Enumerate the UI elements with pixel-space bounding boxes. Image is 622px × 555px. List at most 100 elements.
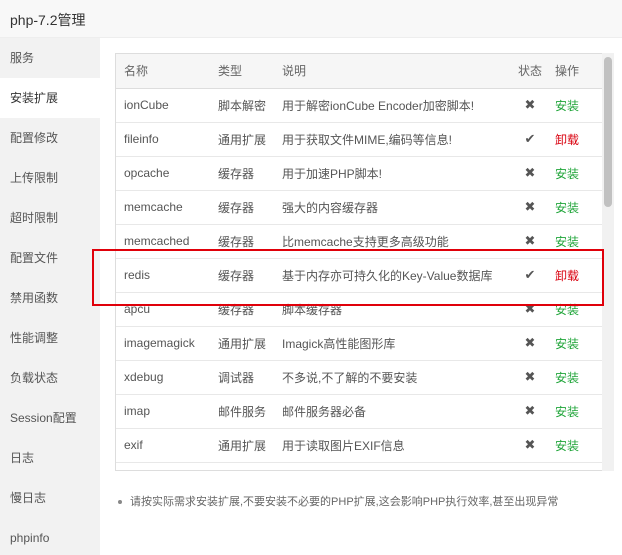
install-link[interactable]: 安装 xyxy=(555,235,579,249)
sidebar-item-label: 慢日志 xyxy=(10,491,47,505)
window-titlebar: php-7.2管理 xyxy=(0,0,622,38)
install-link[interactable]: 安装 xyxy=(555,371,579,385)
uninstall-link[interactable]: 卸载 xyxy=(555,269,579,283)
install-link[interactable]: 安装 xyxy=(555,201,579,215)
table-row: redis 缓存器 基于内存亦可持久化的Key-Value数据库 ✔ 卸载 xyxy=(116,258,602,293)
sidebar-item-label: 性能调整 xyxy=(10,331,59,345)
not-installed-icon: ✖ xyxy=(524,437,536,452)
install-link[interactable]: 安装 xyxy=(555,405,579,419)
installed-check-icon: ✔ xyxy=(524,267,536,282)
ext-type: 通用扩展 xyxy=(210,326,274,361)
ext-desc: 强大的内容缓存器 xyxy=(274,190,511,225)
scrollbar-thumb[interactable] xyxy=(604,57,612,207)
table-header-row: 名称 类型 说明 状态 操作 xyxy=(116,54,602,89)
ext-type: 通用扩展 xyxy=(210,428,274,463)
header-status: 状态 xyxy=(511,54,549,89)
sidebar-item-label: phpinfo xyxy=(10,531,50,545)
ext-desc: Imagick高性能图形库 xyxy=(274,326,511,361)
ext-desc: 用于读取图片EXIF信息 xyxy=(274,428,511,463)
ext-type: 缓存器 xyxy=(210,258,274,293)
ext-type: 调试器 xyxy=(210,360,274,395)
header-op: 操作 xyxy=(549,54,602,89)
table-row: apcu 缓存器 脚本缓存器 ✖ 安装 xyxy=(116,292,602,327)
table-row: xdebug 调试器 不多说,不了解的不要安装 ✖ 安装 xyxy=(116,360,602,395)
installed-check-icon: ✔ xyxy=(524,131,536,146)
sidebar-item-label: Session配置 xyxy=(10,411,77,425)
table-row: memcached 缓存器 比memcache支持更多高级功能 ✖ 安装 xyxy=(116,224,602,259)
ext-type: 脚本解密 xyxy=(210,88,274,123)
ext-name: opcache xyxy=(116,156,210,191)
window-title: php-7.2管理 xyxy=(10,12,86,28)
sidebar-item-label: 上传限制 xyxy=(10,171,59,185)
bullet-icon xyxy=(118,500,122,505)
sidebar-item-label: 负载状态 xyxy=(10,371,59,385)
ext-name: fileinfo xyxy=(116,122,210,157)
sidebar-item-service[interactable]: 服务 xyxy=(0,38,100,78)
sidebar-item-slow-log[interactable]: 慢日志 xyxy=(0,478,100,518)
extensions-table-container: 名称 类型 说明 状态 操作 ionCube 脚本解密 用于解密ionCube … xyxy=(115,53,603,471)
ext-name: memcache xyxy=(116,190,210,225)
sidebar-item-label: 配置文件 xyxy=(10,251,59,265)
note-text: 请按实际需求安装扩展,不要安装不必要的PHP扩展,这会影响PHP执行效率,甚至出… xyxy=(130,496,559,508)
ext-name: memcached xyxy=(116,224,210,259)
install-link[interactable]: 安装 xyxy=(555,303,579,317)
sidebar-item-performance[interactable]: 性能调整 xyxy=(0,318,100,358)
sidebar-item-disabled-functions[interactable]: 禁用函数 xyxy=(0,278,100,318)
sidebar-item-label: 配置修改 xyxy=(10,131,59,145)
header-desc: 说明 xyxy=(274,54,511,89)
uninstall-link[interactable]: 卸载 xyxy=(555,133,579,147)
ext-type: 邮件服务 xyxy=(210,394,274,429)
install-link[interactable]: 安装 xyxy=(555,337,579,351)
ext-name: imap xyxy=(116,394,210,429)
not-installed-icon: ✖ xyxy=(524,301,536,316)
table-scrollbar[interactable] xyxy=(602,53,614,471)
sidebar-item-install-extensions[interactable]: 安装扩展 xyxy=(0,78,100,118)
sidebar-item-phpinfo[interactable]: phpinfo xyxy=(0,518,100,555)
ext-desc: 比memcache支持更多高级功能 xyxy=(274,224,511,259)
ext-desc: 脚本缓存器 xyxy=(274,292,511,327)
ext-desc: 基于内存亦可持久化的Key-Value数据库 xyxy=(274,258,511,293)
ext-type: 缓存器 xyxy=(210,190,274,225)
ext-name: apcu xyxy=(116,292,210,327)
sidebar-item-session-config[interactable]: Session配置 xyxy=(0,398,100,438)
ext-desc: 用于解密ionCube Encoder加密脚本! xyxy=(274,88,511,123)
not-installed-icon: ✖ xyxy=(524,403,536,418)
sidebar-item-upload-limit[interactable]: 上传限制 xyxy=(0,158,100,198)
sidebar-item-config-edit[interactable]: 配置修改 xyxy=(0,118,100,158)
not-installed-icon: ✖ xyxy=(524,369,536,384)
ext-name: redis xyxy=(116,258,210,293)
extensions-table: 名称 类型 说明 状态 操作 ionCube 脚本解密 用于解密ionCube … xyxy=(116,54,602,463)
ext-type: 缓存器 xyxy=(210,224,274,259)
install-link[interactable]: 安装 xyxy=(555,167,579,181)
ext-type: 缓存器 xyxy=(210,156,274,191)
ext-name: ionCube xyxy=(116,88,210,123)
install-link[interactable]: 安装 xyxy=(555,99,579,113)
sidebar-item-label: 超时限制 xyxy=(10,211,59,225)
header-name: 名称 xyxy=(116,54,210,89)
not-installed-icon: ✖ xyxy=(524,97,536,112)
table-row: opcache 缓存器 用于加速PHP脚本! ✖ 安装 xyxy=(116,156,602,191)
ext-desc: 用于获取文件MIME,编码等信息! xyxy=(274,122,511,157)
not-installed-icon: ✖ xyxy=(524,199,536,214)
not-installed-icon: ✖ xyxy=(524,165,536,180)
not-installed-icon: ✖ xyxy=(524,233,536,248)
sidebar-item-load-status[interactable]: 负载状态 xyxy=(0,358,100,398)
ext-name: imagemagick xyxy=(116,326,210,361)
ext-type: 通用扩展 xyxy=(210,122,274,157)
header-type: 类型 xyxy=(210,54,274,89)
install-link[interactable]: 安装 xyxy=(555,439,579,453)
table-row: fileinfo 通用扩展 用于获取文件MIME,编码等信息! ✔ 卸载 xyxy=(116,122,602,157)
sidebar-item-log[interactable]: 日志 xyxy=(0,438,100,478)
table-row: imagemagick 通用扩展 Imagick高性能图形库 ✖ 安装 xyxy=(116,326,602,361)
sidebar-item-label: 安装扩展 xyxy=(10,91,59,105)
ext-type: 缓存器 xyxy=(210,292,274,327)
ext-name: xdebug xyxy=(116,360,210,395)
sidebar-item-label: 禁用函数 xyxy=(10,291,59,305)
not-installed-icon: ✖ xyxy=(524,335,536,350)
sidebar-item-timeout-limit[interactable]: 超时限制 xyxy=(0,198,100,238)
install-note: 请按实际需求安装扩展,不要安装不必要的PHP扩展,这会影响PHP执行效率,甚至出… xyxy=(118,493,618,509)
table-row: exif 通用扩展 用于读取图片EXIF信息 ✖ 安装 xyxy=(116,428,602,463)
sidebar-item-config-file[interactable]: 配置文件 xyxy=(0,238,100,278)
ext-desc: 用于加速PHP脚本! xyxy=(274,156,511,191)
sidebar: 服务 安装扩展 配置修改 上传限制 超时限制 配置文件 禁用函数 性能调整 负载… xyxy=(0,38,100,555)
